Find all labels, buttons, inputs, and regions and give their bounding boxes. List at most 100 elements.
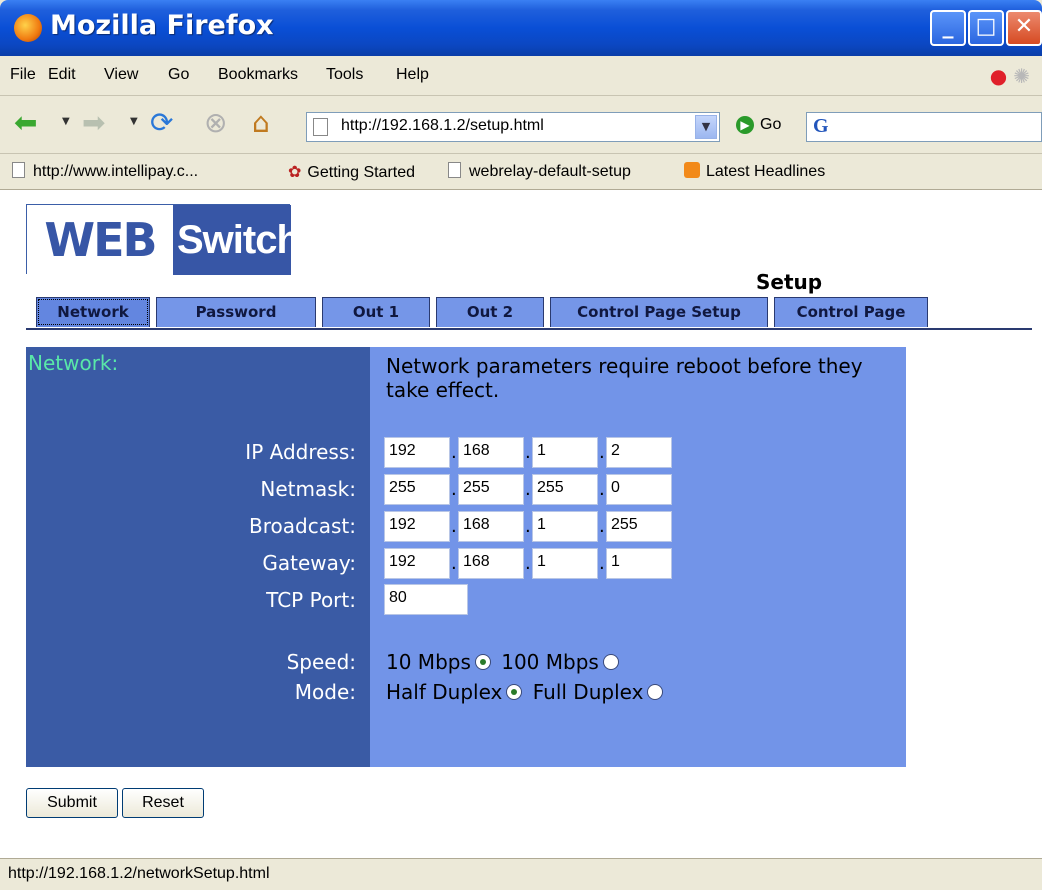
bookmark-latest-headlines[interactable]: Latest Headlines: [684, 162, 825, 181]
browser-window: Mozilla Firefox _ □ ✕ File Edit View Go …: [0, 0, 1042, 890]
reset-button[interactable]: Reset: [122, 788, 204, 818]
speed-10-radio[interactable]: [474, 654, 491, 670]
back-dropdown-icon[interactable]: ▼: [62, 116, 70, 127]
ip-address-label: IP Address:: [245, 440, 356, 464]
close-button[interactable]: ✕: [1006, 10, 1042, 46]
ip-octet-3[interactable]: 1: [532, 437, 598, 468]
menu-right-icons: ● ✺: [990, 64, 1030, 88]
ip-octet-2[interactable]: 168: [458, 437, 524, 468]
speed-100-label: 100 Mbps: [501, 650, 599, 674]
speed-100-radio[interactable]: [602, 654, 619, 670]
firefox-icon: ✿: [288, 164, 302, 181]
dot-separator: .: [599, 553, 605, 574]
bookmark-label: webrelay-default-setup: [469, 163, 631, 180]
gateway-label: Gateway:: [262, 551, 356, 575]
speed-label: Speed:: [286, 650, 356, 674]
broadcast-octet-1[interactable]: 192: [384, 511, 450, 542]
go-button[interactable]: ▶ Go: [736, 116, 781, 134]
search-box[interactable]: G: [806, 112, 1042, 142]
go-label: Go: [760, 116, 782, 133]
dot-separator: .: [525, 479, 531, 500]
gateway-octet-2[interactable]: 168: [458, 548, 524, 579]
dot-separator: .: [451, 479, 457, 500]
title-bar[interactable]: Mozilla Firefox _ □ ✕: [0, 0, 1042, 56]
webswitch-logo: WEB Switch: [26, 204, 301, 275]
menu-help[interactable]: Help: [396, 66, 429, 84]
update-icon[interactable]: ●: [990, 64, 1007, 88]
dot-separator: .: [451, 553, 457, 574]
menu-tools[interactable]: Tools: [326, 66, 363, 84]
speed-10-label: 10 Mbps: [386, 650, 471, 674]
dot-separator: .: [599, 479, 605, 500]
url-dropdown-icon[interactable]: ▼: [695, 115, 717, 139]
netmask-octet-1[interactable]: 255: [384, 474, 450, 505]
menu-edit[interactable]: Edit: [48, 66, 76, 84]
dot-separator: .: [451, 516, 457, 537]
gateway-octet-4[interactable]: 1: [606, 548, 672, 579]
tab-out-1[interactable]: Out 1: [322, 297, 430, 327]
home-icon[interactable]: ⌂: [252, 106, 270, 140]
submit-button[interactable]: Submit: [26, 788, 118, 818]
page-icon: [448, 162, 461, 178]
netmask-octet-2[interactable]: 255: [458, 474, 524, 505]
tab-out-2[interactable]: Out 2: [436, 297, 544, 327]
menu-bookmarks[interactable]: Bookmarks: [218, 66, 298, 84]
half-duplex-radio[interactable]: [506, 684, 523, 700]
speed-options: 10 Mbps 100 Mbps: [386, 650, 623, 674]
full-duplex-label: Full Duplex: [532, 680, 644, 704]
minimize-button[interactable]: _: [930, 10, 966, 46]
stop-icon[interactable]: ⊗: [204, 106, 227, 140]
bookmark-getting-started[interactable]: ✿ Getting Started: [288, 162, 415, 182]
throbber-icon: ✺: [1013, 64, 1030, 88]
menu-view[interactable]: View: [104, 66, 138, 84]
broadcast-label: Broadcast:: [249, 514, 356, 538]
full-duplex-radio[interactable]: [647, 684, 664, 700]
mode-label: Mode:: [294, 680, 356, 704]
maximize-button[interactable]: □: [968, 10, 1004, 46]
ip-octet-1[interactable]: 192: [384, 437, 450, 468]
reload-icon[interactable]: ⟳: [150, 106, 173, 140]
forward-dropdown-icon[interactable]: ▼: [130, 116, 138, 127]
netmask-octet-4[interactable]: 0: [606, 474, 672, 505]
menu-file[interactable]: File: [10, 66, 36, 84]
logo-switch: Switch: [173, 205, 301, 275]
gateway-octet-1[interactable]: 192: [384, 548, 450, 579]
bookmark-label: Latest Headlines: [706, 163, 826, 180]
bookmark-label: Getting Started: [307, 164, 416, 181]
section-label: Network:: [28, 351, 119, 375]
netmask-octet-3[interactable]: 255: [532, 474, 598, 505]
bookmark-intellipay[interactable]: http://www.intellipay.c...: [12, 162, 198, 181]
dot-separator: .: [525, 442, 531, 463]
ip-octet-4[interactable]: 2: [606, 437, 672, 468]
half-duplex-label: Half Duplex: [386, 680, 503, 704]
tab-password[interactable]: Password: [156, 297, 316, 327]
forward-icon[interactable]: ➡: [82, 106, 105, 140]
window-title: Mozilla Firefox: [50, 10, 274, 41]
menu-bar: File Edit View Go Bookmarks Tools Help ●…: [0, 56, 1042, 96]
tab-control-page[interactable]: Control Page: [774, 297, 928, 327]
firefox-icon: [14, 14, 42, 42]
menu-go[interactable]: Go: [168, 66, 189, 84]
tab-control-page-setup[interactable]: Control Page Setup: [550, 297, 768, 327]
broadcast-octet-4[interactable]: 255: [606, 511, 672, 542]
dot-separator: .: [525, 516, 531, 537]
mode-options: Half Duplex Full Duplex: [386, 680, 667, 704]
dot-separator: .: [525, 553, 531, 574]
tcp-port-field[interactable]: 80: [384, 584, 468, 615]
back-icon[interactable]: ⬅: [14, 106, 37, 140]
bookmark-webrelay[interactable]: webrelay-default-setup: [448, 162, 631, 181]
broadcast-octet-3[interactable]: 1: [532, 511, 598, 542]
tab-divider: [26, 328, 1032, 330]
page-icon: [12, 162, 25, 178]
dot-separator: .: [599, 516, 605, 537]
go-icon: ▶: [736, 116, 754, 134]
google-logo-icon[interactable]: G: [813, 115, 829, 138]
reboot-note: Network parameters require reboot before…: [386, 354, 863, 402]
tab-network[interactable]: Network: [36, 297, 150, 327]
page-title: Setup: [756, 270, 823, 294]
url-text[interactable]: http://192.168.1.2/setup.html: [341, 117, 544, 135]
page-content: WEB Switch Setup Network Password Out 1 …: [0, 190, 1042, 858]
url-bar[interactable]: http://192.168.1.2/setup.html ▼: [306, 112, 720, 142]
broadcast-octet-2[interactable]: 168: [458, 511, 524, 542]
gateway-octet-3[interactable]: 1: [532, 548, 598, 579]
